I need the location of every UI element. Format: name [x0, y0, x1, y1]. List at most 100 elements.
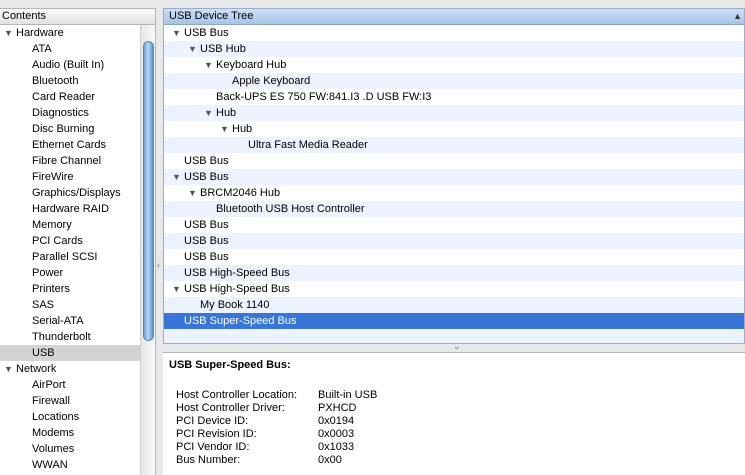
vertical-split-handle[interactable]: ‹	[156, 8, 163, 475]
sidebar-group-network[interactable]: ▼ Network	[0, 361, 155, 377]
property-key: Host Controller Location:	[176, 389, 298, 401]
property-key: PCI Device ID:	[176, 415, 249, 427]
disclosure-triangle-down-icon[interactable]: ▼	[172, 281, 184, 297]
tree-row-label: BRCM2046 Hub	[200, 187, 281, 199]
tree-row[interactable]: My Book 1140	[164, 297, 744, 313]
tree-row-label: My Book 1140	[200, 299, 270, 311]
tree-row-label: Bluetooth USB Host Controller	[216, 203, 365, 215]
property-row: PCI Vendor ID: 0x1033	[176, 441, 739, 454]
sidebar-item-serial-ata[interactable]: Serial-ATA	[0, 313, 155, 329]
property-key: PCI Revision ID:	[176, 428, 257, 440]
tree-row[interactable]: Apple Keyboard	[164, 73, 744, 89]
tree-row[interactable]: ▼ Hub	[164, 105, 744, 121]
sidebar-item-card-reader[interactable]: Card Reader	[0, 89, 155, 105]
sidebar-item-parallel-scsi[interactable]: Parallel SCSI	[0, 249, 155, 265]
sort-ascending-icon[interactable]: ▲	[733, 9, 742, 24]
sidebar-scrollbar[interactable]	[140, 25, 155, 475]
tree-row[interactable]: ▼ USB Bus	[164, 25, 744, 41]
sidebar-item-ethernet-cards[interactable]: Ethernet Cards	[0, 137, 155, 153]
tree-row[interactable]: Back-UPS ES 750 FW:841.I3 .D USB FW:I3	[164, 89, 744, 105]
detail-title: USB Super-Speed Bus:	[169, 359, 291, 371]
disclosure-triangle-down-icon[interactable]: ▼	[188, 41, 200, 57]
sidebar-item-printers[interactable]: Printers	[0, 281, 155, 297]
property-row: PCI Revision ID: 0x0003	[176, 428, 739, 441]
sidebar-item-modems[interactable]: Modems	[0, 425, 155, 441]
property-value: 0x1033	[318, 441, 355, 453]
disclosure-triangle-down-icon[interactable]: ▼	[204, 57, 216, 73]
sidebar-item-wwan[interactable]: WWAN	[0, 457, 155, 473]
tree-row-label: USB Super-Speed Bus	[184, 315, 297, 327]
tree-row[interactable]: ▼ USB Bus	[164, 169, 744, 185]
tree-rows: ▼ USB Bus ▼ USB Hub ▼ Keyboard Hub Apple Keybo…	[164, 25, 744, 343]
sidebar-scroll-thumb[interactable]	[143, 41, 154, 341]
tree-row[interactable]: Ultra Fast Media Reader	[164, 137, 744, 153]
tree-row[interactable]: ▼ BRCM2046 Hub	[164, 185, 744, 201]
sidebar-group-hardware[interactable]: ▼ Hardware	[0, 25, 155, 41]
property-row: Host Controller Driver: PXHCD	[176, 402, 739, 415]
disclosure-triangle-down-icon[interactable]: ▼	[204, 105, 216, 121]
system-profiler-window: Contents ▼ Hardware ATA Audio (Built In) Blu…	[0, 0, 745, 475]
property-value: 0x0003	[318, 428, 355, 440]
tree-row[interactable]: USB Bus	[164, 249, 744, 265]
tree-row-label: Back-UPS ES 750 FW:841.I3 .D USB FW:I3	[216, 91, 432, 103]
sidebar-item-locations[interactable]: Locations	[0, 409, 155, 425]
sidebar-item-thunderbolt[interactable]: Thunderbolt	[0, 329, 155, 345]
sidebar-item-usb[interactable]: USB	[0, 345, 155, 361]
sidebar-item-firewire[interactable]: FireWire	[0, 169, 155, 185]
disclosure-triangle-down-icon[interactable]: ▼	[188, 185, 200, 201]
property-list: Host Controller Location: Built-in USB Hos…	[176, 389, 739, 467]
tree-row-label: Hub	[232, 123, 253, 135]
sidebar-item-audio-built-in-[interactable]: Audio (Built In)	[0, 57, 155, 73]
sidebar-item-sas[interactable]: SAS	[0, 297, 155, 313]
sidebar-item-ata[interactable]: ATA	[0, 41, 155, 57]
sidebar-item-graphics-displays[interactable]: Graphics/Displays	[0, 185, 155, 201]
disclosure-triangle-down-icon[interactable]: ▼	[172, 169, 184, 185]
sidebar-item-pci-cards[interactable]: PCI Cards	[0, 233, 155, 249]
tree-row[interactable]: USB Bus	[164, 153, 744, 169]
disclosure-triangle-down-icon[interactable]: ▼	[4, 25, 16, 41]
disclosure-triangle-down-icon[interactable]: ▼	[4, 361, 16, 377]
sidebar-item-diagnostics[interactable]: Diagnostics	[0, 105, 155, 121]
tree-row[interactable]: ▼ Keyboard Hub	[164, 57, 744, 73]
tree-row[interactable]: Bluetooth USB Host Controller	[164, 201, 744, 217]
sidebar-group-label: Network	[16, 363, 57, 375]
usb-device-tree: USB Device Tree ▲ ▼ USB Bus ▼ USB Hub ▼ Keybo…	[163, 8, 745, 344]
property-value: 0x0194	[318, 415, 355, 427]
sidebar-item-disc-burning[interactable]: Disc Burning	[0, 121, 155, 137]
tree-row[interactable]: ▼ USB Hub	[164, 41, 744, 57]
tree-header-label: USB Device Tree	[169, 10, 254, 22]
tree-row-label: USB Bus	[184, 251, 229, 263]
sidebar-item-hardware-raid[interactable]: Hardware RAID	[0, 201, 155, 217]
contents-list: ▼ Hardware ATA Audio (Built In) Bluetooth Car…	[0, 25, 155, 473]
tree-row-label: USB High-Speed Bus	[184, 267, 290, 279]
contents-sidebar: Contents ▼ Hardware ATA Audio (Built In) Blu…	[0, 8, 156, 475]
property-value: Built-in USB	[318, 389, 378, 401]
tree-row[interactable]: USB Bus	[164, 233, 744, 249]
contents-header[interactable]: Contents	[0, 9, 155, 25]
sidebar-item-power[interactable]: Power	[0, 265, 155, 281]
sidebar-item-bluetooth[interactable]: Bluetooth	[0, 73, 155, 89]
sidebar-item-fibre-channel[interactable]: Fibre Channel	[0, 153, 155, 169]
tree-row[interactable]: USB Super-Speed Bus	[164, 313, 744, 329]
sidebar-item-memory[interactable]: Memory	[0, 217, 155, 233]
tree-row-label: USB Hub	[200, 43, 246, 55]
tree-row-label: Hub	[216, 107, 237, 119]
tree-row[interactable]: ▼ Hub	[164, 121, 744, 137]
tree-row[interactable]: USB Bus	[164, 217, 744, 233]
sidebar-item-firewall[interactable]: Firewall	[0, 393, 155, 409]
tree-row[interactable]: USB High-Speed Bus	[164, 265, 744, 281]
tree-row[interactable]: ▼ USB High-Speed Bus	[164, 281, 744, 297]
tree-column-header[interactable]: USB Device Tree ▲	[164, 9, 744, 25]
sidebar-group-label: Hardware	[16, 27, 64, 39]
property-row: PCI Device ID: 0x0194	[176, 415, 739, 428]
sidebar-item-volumes[interactable]: Volumes	[0, 441, 155, 457]
horizontal-split-handle[interactable]: ⌄	[163, 341, 745, 352]
disclosure-triangle-down-icon[interactable]: ▼	[220, 121, 232, 137]
split-grip-icon: ‹	[157, 260, 160, 270]
tree-row-label: USB Bus	[184, 155, 229, 167]
detail-panel: USB Super-Speed Bus: Host Controller Loc…	[163, 352, 745, 475]
sidebar-item-airport[interactable]: AirPort	[0, 377, 155, 393]
property-row: Bus Number: 0x00	[176, 454, 739, 467]
disclosure-triangle-down-icon[interactable]: ▼	[172, 25, 184, 41]
property-key: PCI Vendor ID:	[176, 441, 250, 453]
